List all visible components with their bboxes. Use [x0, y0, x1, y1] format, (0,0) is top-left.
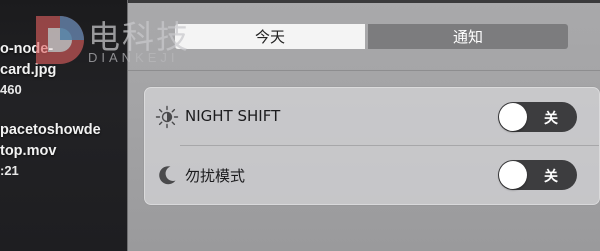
- screen: o-node- card.jpg 460 pacetoshowde top.mo…: [0, 0, 600, 251]
- night-shift-label: NIGHT SHIFT: [185, 107, 281, 125]
- desktop-file-name[interactable]: pacetoshowde: [0, 121, 101, 139]
- night-shift-dnd-widget: NIGHT SHIFT 关 勿扰模式 关: [144, 87, 600, 205]
- toggle-state-label: 关: [544, 169, 558, 185]
- do-not-disturb-label: 勿扰模式: [185, 167, 246, 185]
- do-not-disturb-toggle[interactable]: 关: [498, 160, 577, 190]
- panel-top-edge: [128, 0, 600, 3]
- desktop-file-meta: :21: [0, 163, 19, 178]
- night-shift-row: NIGHT SHIFT 关: [145, 88, 599, 146]
- moon-icon: [159, 166, 176, 185]
- notification-center-panel: 今天 通知 NIGHT SHIFT 关 勿扰模式 关: [127, 0, 600, 251]
- desktop: o-node- card.jpg 460 pacetoshowde top.mo…: [0, 0, 127, 251]
- tab-today[interactable]: 今天: [175, 24, 365, 49]
- toggle-knob: [499, 161, 527, 189]
- toggle-state-label: 关: [544, 111, 558, 127]
- notification-center-tabs: 今天 通知: [175, 24, 568, 49]
- do-not-disturb-row: 勿扰模式 关: [145, 146, 599, 204]
- tab-notifications[interactable]: 通知: [368, 24, 568, 49]
- toggle-knob: [499, 103, 527, 131]
- desktop-file-name[interactable]: top.mov: [0, 142, 56, 160]
- night-shift-toggle[interactable]: 关: [498, 102, 577, 132]
- divider: [128, 70, 600, 71]
- desktop-file-name[interactable]: o-node-: [0, 40, 53, 58]
- desktop-file-meta: 460: [0, 82, 22, 97]
- desktop-file-name[interactable]: card.jpg: [0, 61, 56, 79]
- night-shift-icon: [155, 105, 179, 129]
